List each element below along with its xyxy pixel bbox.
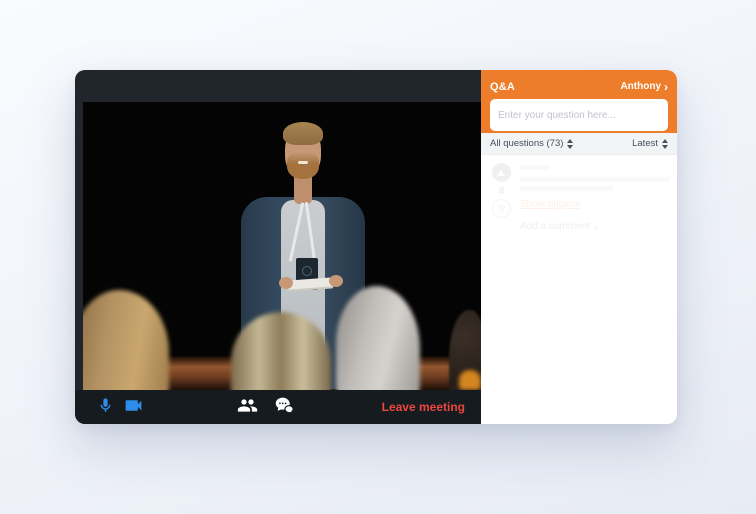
leave-meeting-button[interactable]: Leave meeting: [382, 390, 465, 424]
user-name: Anthony: [620, 81, 661, 92]
participants-icon: [237, 395, 258, 419]
all-questions-label: All questions (73): [490, 138, 563, 149]
user-menu-button[interactable]: Anthony ›: [620, 81, 668, 92]
add-comment-label: Add a comment: [520, 221, 590, 232]
latest-label: Latest: [632, 138, 658, 149]
qa-title: Q&A: [490, 81, 515, 93]
microphone-button[interactable]: [95, 390, 115, 424]
presenter-beard: [287, 152, 319, 179]
presenter-smile: [298, 161, 308, 164]
vote-count: [499, 187, 504, 194]
chevron-right-icon: ›: [594, 222, 598, 232]
badge-logo: [302, 266, 312, 276]
arrow-up-icon: [497, 170, 505, 176]
presenter-hair: [283, 122, 323, 145]
all-questions-filter[interactable]: All questions (73): [490, 138, 573, 149]
camera-icon: [123, 395, 144, 419]
presenter-hand-right: [329, 275, 343, 287]
meeting-toolbar: Leave meeting: [75, 390, 481, 424]
presenter-video-feed: [83, 102, 481, 390]
chat-icon: [274, 395, 295, 419]
audience-clothing: [459, 370, 481, 390]
sort-icon: [567, 139, 573, 149]
video-area: Leave meeting: [75, 70, 481, 424]
qa-header: Q&A Anthony ›: [481, 70, 677, 133]
question-body: Show original Add a comment ›: [516, 163, 670, 232]
question-text-skeleton: [520, 177, 670, 182]
qa-filter-bar: All questions (73) Latest: [481, 133, 677, 155]
upvote-button[interactable]: [492, 163, 511, 182]
meeting-window: Leave meeting Q&A Anthony › All question…: [75, 70, 677, 424]
question-input[interactable]: [490, 99, 668, 131]
microphone-icon: [97, 397, 114, 417]
qa-panel: Q&A Anthony › All questions (73) Latest: [481, 70, 677, 424]
chat-button[interactable]: [272, 390, 296, 424]
author-name-skeleton: [520, 165, 550, 170]
vote-column: [486, 163, 516, 232]
downvote-button[interactable]: [492, 199, 511, 218]
add-comment-button[interactable]: Add a comment ›: [520, 221, 598, 232]
question-text-skeleton: [520, 186, 613, 191]
arrow-down-icon: [497, 205, 506, 213]
question-list-item-faded: Show original Add a comment ›: [481, 155, 677, 232]
presenter-hand-left: [279, 277, 293, 289]
chevron-right-icon: ›: [664, 82, 668, 92]
sort-icon: [662, 139, 668, 149]
latest-sort-selector[interactable]: Latest: [632, 138, 668, 149]
camera-button[interactable]: [121, 390, 145, 424]
show-original-link[interactable]: Show original: [520, 199, 580, 210]
participants-button[interactable]: [235, 390, 259, 424]
